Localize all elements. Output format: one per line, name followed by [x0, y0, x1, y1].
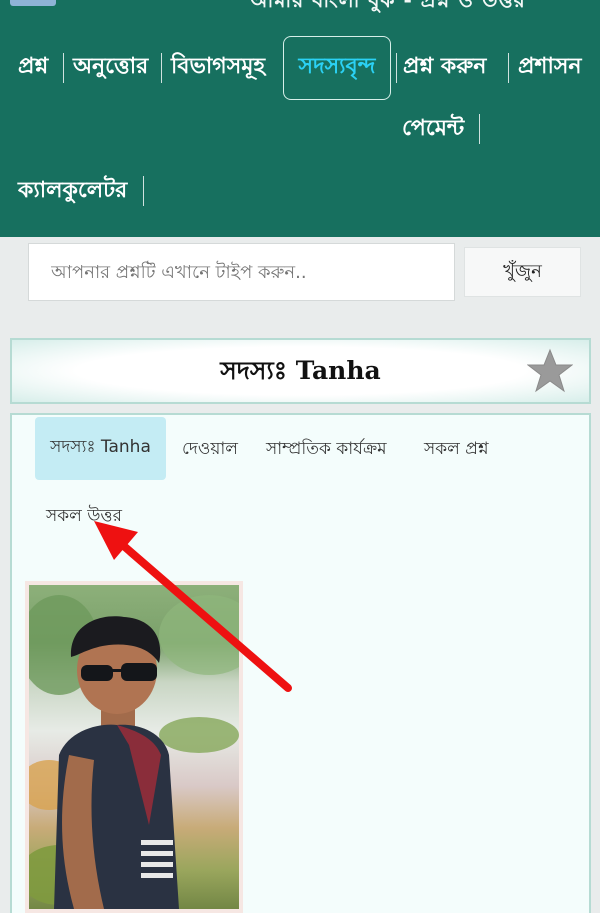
search-button[interactable]: খুঁজুন [464, 247, 581, 297]
nav-divider [508, 53, 509, 83]
nav-divider [396, 53, 397, 83]
tab-all-questions[interactable]: সকল প্রশ্ন [424, 436, 489, 464]
site-title[interactable]: আমার বাংলা বুক - প্রশ্ন ও উত্তর [250, 0, 526, 19]
person-illustration [29, 595, 239, 909]
site-header: আমার বাংলা বুক - প্রশ্ন ও উত্তর প্রশ্ন অ… [0, 0, 600, 237]
nav-item-questions[interactable]: প্রশ্ন [18, 35, 48, 99]
nav-item-admin[interactable]: প্রশাসন [518, 35, 581, 99]
member-heading: সদস্যঃ Tanha [10, 338, 591, 404]
profile-photo [29, 585, 239, 909]
nav-item-unanswered[interactable]: অনুত্তোর [73, 35, 148, 99]
tab-wall[interactable]: দেওয়াল [182, 436, 238, 464]
search-box [28, 243, 455, 301]
nav-item-ask-question[interactable]: প্রশ্ন করুন [403, 35, 486, 99]
nav-divider [161, 53, 162, 83]
nav-item-payment[interactable]: পেমেন্ট [402, 97, 464, 161]
nav-item-calculator[interactable]: ক্যালকুলেটর [18, 159, 127, 223]
nav-divider [143, 176, 144, 206]
main-nav-row-2: পেমেন্ট [0, 97, 600, 161]
tab-all-answers[interactable]: সকল উত্তর [46, 503, 122, 531]
nav-item-categories[interactable]: বিভাগসমূহ [171, 35, 265, 99]
nav-divider [479, 114, 480, 144]
tab-member-profile[interactable]: সদস্যঃ Tanha [35, 417, 166, 480]
nav-item-members[interactable]: সদস্যবৃন্দ [283, 36, 391, 100]
search-input[interactable] [29, 244, 454, 300]
nav-divider [63, 53, 64, 83]
page-title: সদস্যঃ Tanha [220, 356, 381, 385]
main-nav-row-3: ক্যালকুলেটর [0, 159, 600, 223]
star-icon[interactable] [527, 348, 573, 394]
tab-recent-activity[interactable]: সাম্প্রতিক কার্যক্রম [266, 436, 387, 464]
site-logo[interactable] [10, 0, 56, 6]
avatar[interactable] [25, 581, 243, 913]
